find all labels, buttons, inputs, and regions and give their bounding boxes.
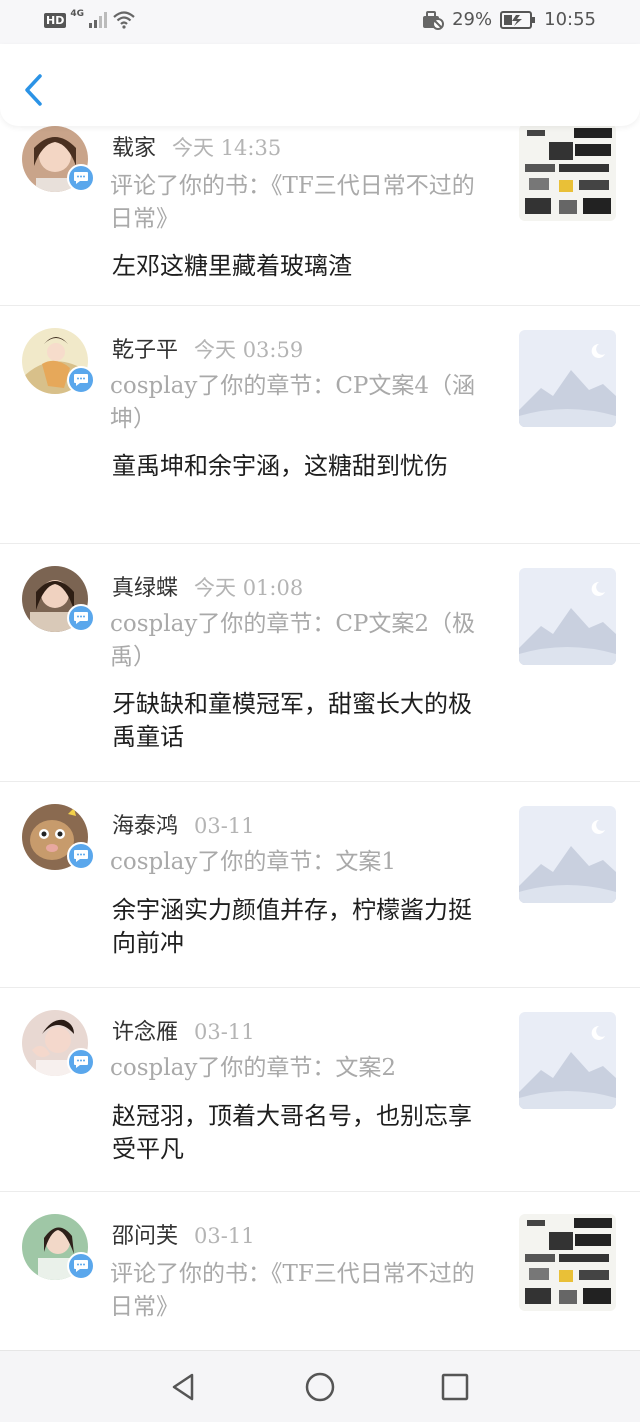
comment-text: 童禹坤和余宇涵，这糖甜到忧伤 <box>112 452 448 480</box>
signal-icon <box>89 12 107 28</box>
wifi-icon <box>113 11 135 29</box>
action-text: cosplay了你的章节：CP文案4（涵坤） <box>110 373 476 432</box>
battery-icon <box>500 10 536 29</box>
status-left: HD 4G <box>44 9 136 30</box>
notification-item[interactable]: 海泰鸿 03-11 cosplay了你的章节：文案1 余宇涵实力颜值并存，柠檬酱力… <box>0 782 640 988</box>
comment-text: 牙缺缺和童模冠军，甜蜜长大的极禹童话 <box>112 690 472 751</box>
user-name[interactable]: 乾子平 今天 03:59 <box>112 332 303 364</box>
timestamp: 03-11 <box>194 1020 255 1044</box>
comment-text: 余宇涵实力颜值并存，柠檬酱力挺向前冲 <box>112 896 472 957</box>
placeholder-image-thumbnail[interactable] <box>519 568 616 665</box>
comment-badge-icon <box>67 842 95 870</box>
user-name-text[interactable]: 邵问芙 <box>112 1224 178 1249</box>
notification-item[interactable]: 乾子平 今天 03:59 cosplay了你的章节：CP文案4（涵坤） 童禹坤和余… <box>0 306 640 544</box>
back-triangle-icon[interactable] <box>166 1369 202 1405</box>
app-header <box>0 44 640 126</box>
user-name-text[interactable]: 海泰鸿 <box>112 814 178 839</box>
home-circle-icon[interactable] <box>302 1369 338 1405</box>
action-text: cosplay了你的章节：文案1 <box>110 849 396 875</box>
action-text: cosplay了你的章节：文案2 <box>110 1055 396 1081</box>
user-name[interactable]: 真绿蝶 今天 01:08 <box>112 570 303 602</box>
hd-badge: HD <box>44 12 67 28</box>
comment-badge-icon <box>67 366 95 394</box>
timestamp: 今天 03:59 <box>194 338 304 362</box>
alarm-icon <box>423 10 445 30</box>
book-cover-thumbnail[interactable] <box>519 124 616 221</box>
user-name[interactable]: 许念雁 03-11 <box>112 1014 255 1046</box>
action-text: 评论了你的书：《TF三代日常不过的日常》 <box>110 1261 475 1320</box>
user-name-text[interactable]: 许念雁 <box>112 1020 178 1045</box>
notification-item[interactable]: 载家 今天 14:35 评论了你的书：《TF三代日常不过的日常》 左邓这糖里藏着玻… <box>0 118 640 306</box>
user-name-text[interactable]: 载家 <box>112 136 156 161</box>
comment-badge-icon <box>67 1252 95 1280</box>
system-nav-bar <box>0 1350 640 1422</box>
user-name-text[interactable]: 乾子平 <box>112 338 178 363</box>
comment-badge-icon <box>67 1048 95 1076</box>
placeholder-image-thumbnail[interactable] <box>519 1012 616 1109</box>
timestamp: 今天 14:35 <box>172 136 282 160</box>
comment-text: 赵冠羽，顶着大哥名号，也别忘享受平凡 <box>112 1102 472 1163</box>
timestamp: 今天 01:08 <box>194 576 304 600</box>
comment-text: 左邓这糖里藏着玻璃渣 <box>112 252 352 280</box>
notification-item[interactable]: 许念雁 03-11 cosplay了你的章节：文案2 赵冠羽，顶着大哥名号，也别忘… <box>0 988 640 1192</box>
chevron-left-icon[interactable] <box>18 70 48 110</box>
placeholder-image-thumbnail[interactable] <box>519 806 616 903</box>
clock: 10:55 <box>544 9 596 30</box>
user-name[interactable]: 邵问芙 03-11 <box>112 1218 255 1250</box>
book-cover-thumbnail[interactable] <box>519 1214 616 1311</box>
comment-badge-icon <box>67 604 95 632</box>
status-right: 29% 10:55 <box>422 9 596 30</box>
action-text: cosplay了你的章节：CP文案2（极禹） <box>110 611 476 670</box>
placeholder-image-thumbnail[interactable] <box>519 330 616 427</box>
user-name-text[interactable]: 真绿蝶 <box>112 576 178 601</box>
action-text: 评论了你的书：《TF三代日常不过的日常》 <box>110 173 475 232</box>
battery-percent: 29% <box>452 9 493 30</box>
recents-square-icon[interactable] <box>437 1369 473 1405</box>
notification-item[interactable]: 真绿蝶 今天 01:08 cosplay了你的章节：CP文案2（极禹） 牙缺缺和童… <box>0 544 640 782</box>
user-name[interactable]: 载家 今天 14:35 <box>112 130 281 162</box>
status-bar: HD 4G 29% 10:55 <box>0 0 640 44</box>
user-name[interactable]: 海泰鸿 03-11 <box>112 808 255 840</box>
network-type: 4G <box>70 9 84 19</box>
timestamp: 03-11 <box>194 814 255 838</box>
comment-badge-icon <box>67 164 95 192</box>
notification-item[interactable]: 邵问芙 03-11 评论了你的书：《TF三代日常不过的日常》 <box>0 1192 640 1350</box>
timestamp: 03-11 <box>194 1224 255 1248</box>
notification-list: 载家 今天 14:35 评论了你的书：《TF三代日常不过的日常》 左邓这糖里藏着玻… <box>0 118 640 1350</box>
